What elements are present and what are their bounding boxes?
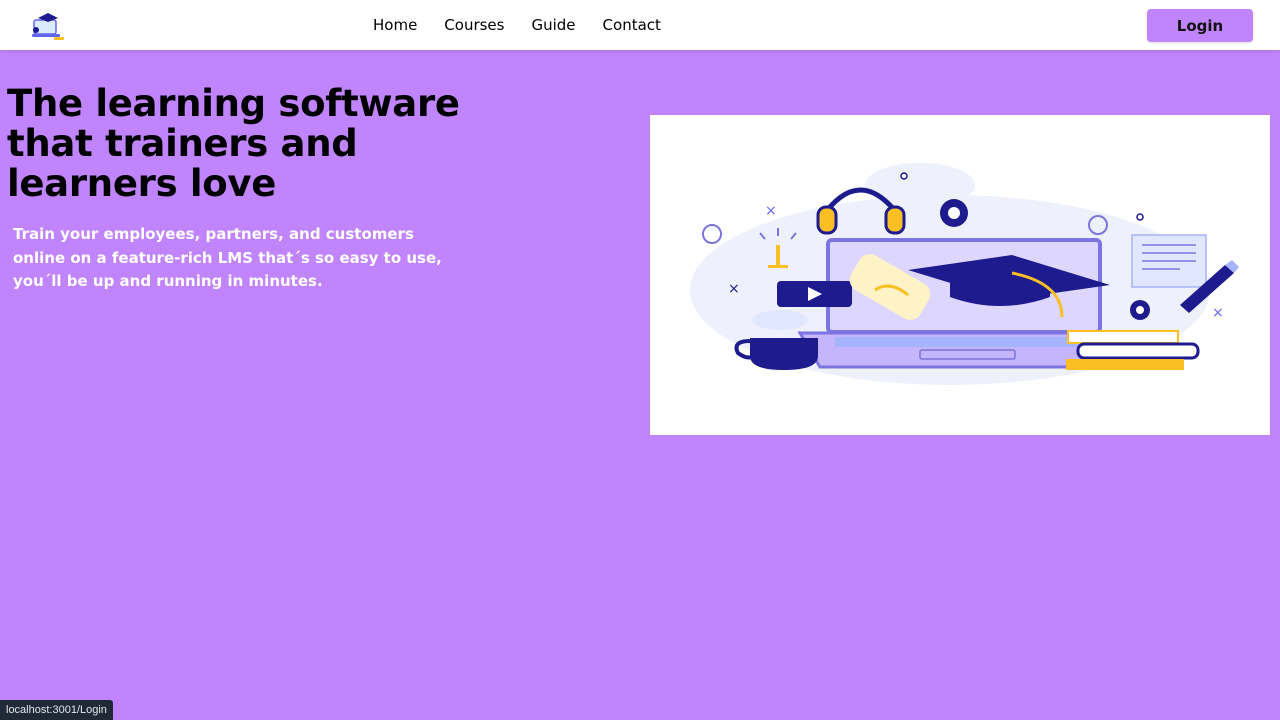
svg-text:×: × xyxy=(765,203,777,219)
hero-title: The learning software that trainers and … xyxy=(7,82,460,205)
svg-text:×: × xyxy=(1212,305,1224,321)
logo-icon[interactable] xyxy=(28,10,68,42)
login-button[interactable]: Login xyxy=(1147,9,1253,42)
navbar: Home Courses Guide Contact Login xyxy=(0,0,1280,50)
svg-text:×: × xyxy=(728,281,740,297)
nav-links: Home Courses Guide Contact xyxy=(373,0,688,50)
nav-courses-link[interactable]: Courses xyxy=(444,16,504,34)
nav-contact-link[interactable]: Contact xyxy=(603,16,661,34)
hero-subtitle: Train your employees, partners, and cust… xyxy=(13,225,442,290)
status-bar-url: localhost:3001/Login xyxy=(0,700,113,720)
hero-illustration: × × × xyxy=(650,115,1270,435)
nav-home-link[interactable]: Home xyxy=(373,16,417,34)
nav-guide-link[interactable]: Guide xyxy=(531,16,575,34)
e-learning-illustration-icon: × × × xyxy=(690,163,1239,385)
